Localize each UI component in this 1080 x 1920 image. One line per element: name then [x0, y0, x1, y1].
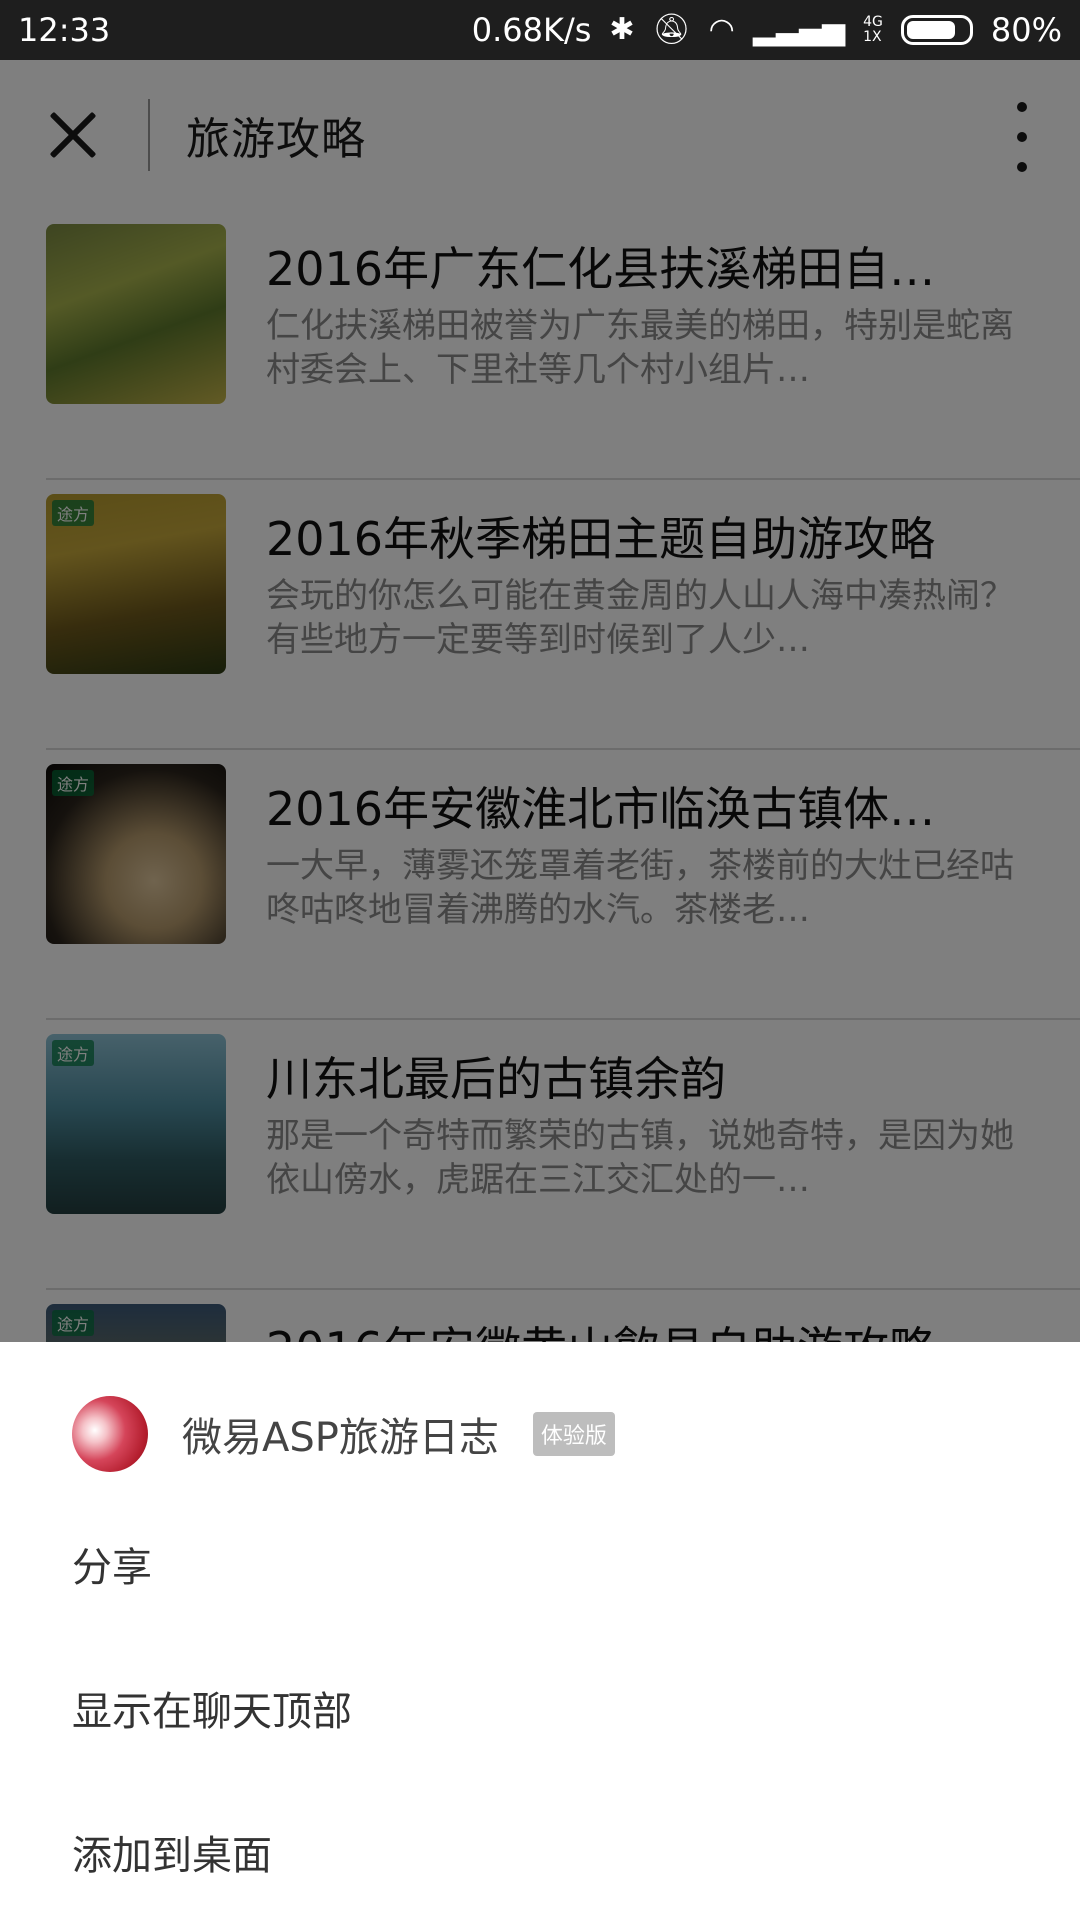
network-type: 4G 1X [863, 15, 883, 45]
sheet-header: 微易ASP旅游日志 体验版 [0, 1342, 1080, 1492]
mute-icon: 🔕︎ [652, 12, 691, 47]
network-speed: 0.68K/s [471, 11, 592, 49]
menu-item-add-to-desktop[interactable]: 添加到桌面 [0, 1780, 1080, 1920]
status-bar: 12:33 0.68K/s ✱ 🔕︎ ◠ ▂▃▄▅ 4G 1X 80% [0, 0, 1080, 60]
bluetooth-icon: ✱ [609, 12, 635, 47]
status-right: 0.68K/s ✱ 🔕︎ ◠ ▂▃▄▅ 4G 1X 80% [472, 11, 1062, 49]
wifi-icon: ◠ [708, 12, 735, 47]
trial-version-badge: 体验版 [532, 1412, 615, 1456]
signal-icon: ▂▃▄▅ [752, 12, 846, 47]
action-sheet: 微易ASP旅游日志 体验版 分享 显示在聊天顶部 添加到桌面 [0, 1342, 1080, 1920]
app-avatar [72, 1396, 148, 1472]
battery-fill [906, 21, 955, 39]
app-name: 微易ASP旅游日志 [182, 1415, 499, 1461]
menu-item-share[interactable]: 分享 [0, 1492, 1080, 1636]
status-time: 12:33 [18, 11, 111, 49]
network-type-top: 4G [863, 14, 883, 30]
menu-item-pin-to-chat-top[interactable]: 显示在聊天顶部 [0, 1636, 1080, 1780]
battery-percent: 80% [990, 11, 1062, 49]
dim-overlay[interactable] [0, 60, 1080, 1342]
screen: 12:33 0.68K/s ✱ 🔕︎ ◠ ▂▃▄▅ 4G 1X 80% 旅游攻略 [0, 0, 1080, 1920]
network-type-bottom: 1X [863, 29, 882, 45]
battery-icon [900, 15, 973, 45]
